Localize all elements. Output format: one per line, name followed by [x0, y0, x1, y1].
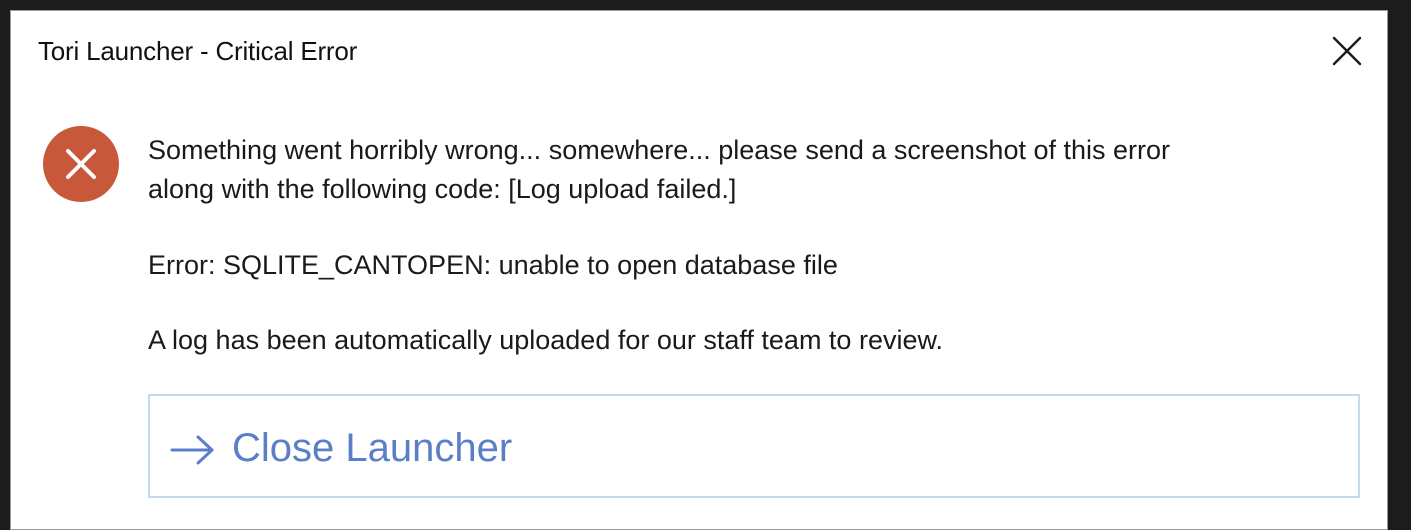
error-icon: [41, 124, 121, 204]
title-bar: Tori Launcher - Critical Error: [11, 11, 1387, 91]
log-notice: A log has been automatically uploaded fo…: [148, 325, 943, 355]
error-dialog-window: Tori Launcher - Critical Error Something…: [10, 10, 1388, 530]
window-title: Tori Launcher - Critical Error: [38, 36, 358, 66]
message-line-2: along with the following code: [Log uplo…: [148, 174, 737, 204]
message-line-1: Something went horribly wrong... somewhe…: [148, 135, 1171, 165]
close-icon[interactable]: [1325, 29, 1369, 73]
close-launcher-label: Close Launcher: [232, 426, 513, 470]
error-detail: Error: SQLITE_CANTOPEN: unable to open d…: [148, 250, 838, 280]
arrow-right-icon: [168, 430, 218, 470]
close-launcher-button[interactable]: Close Launcher: [148, 394, 1360, 498]
